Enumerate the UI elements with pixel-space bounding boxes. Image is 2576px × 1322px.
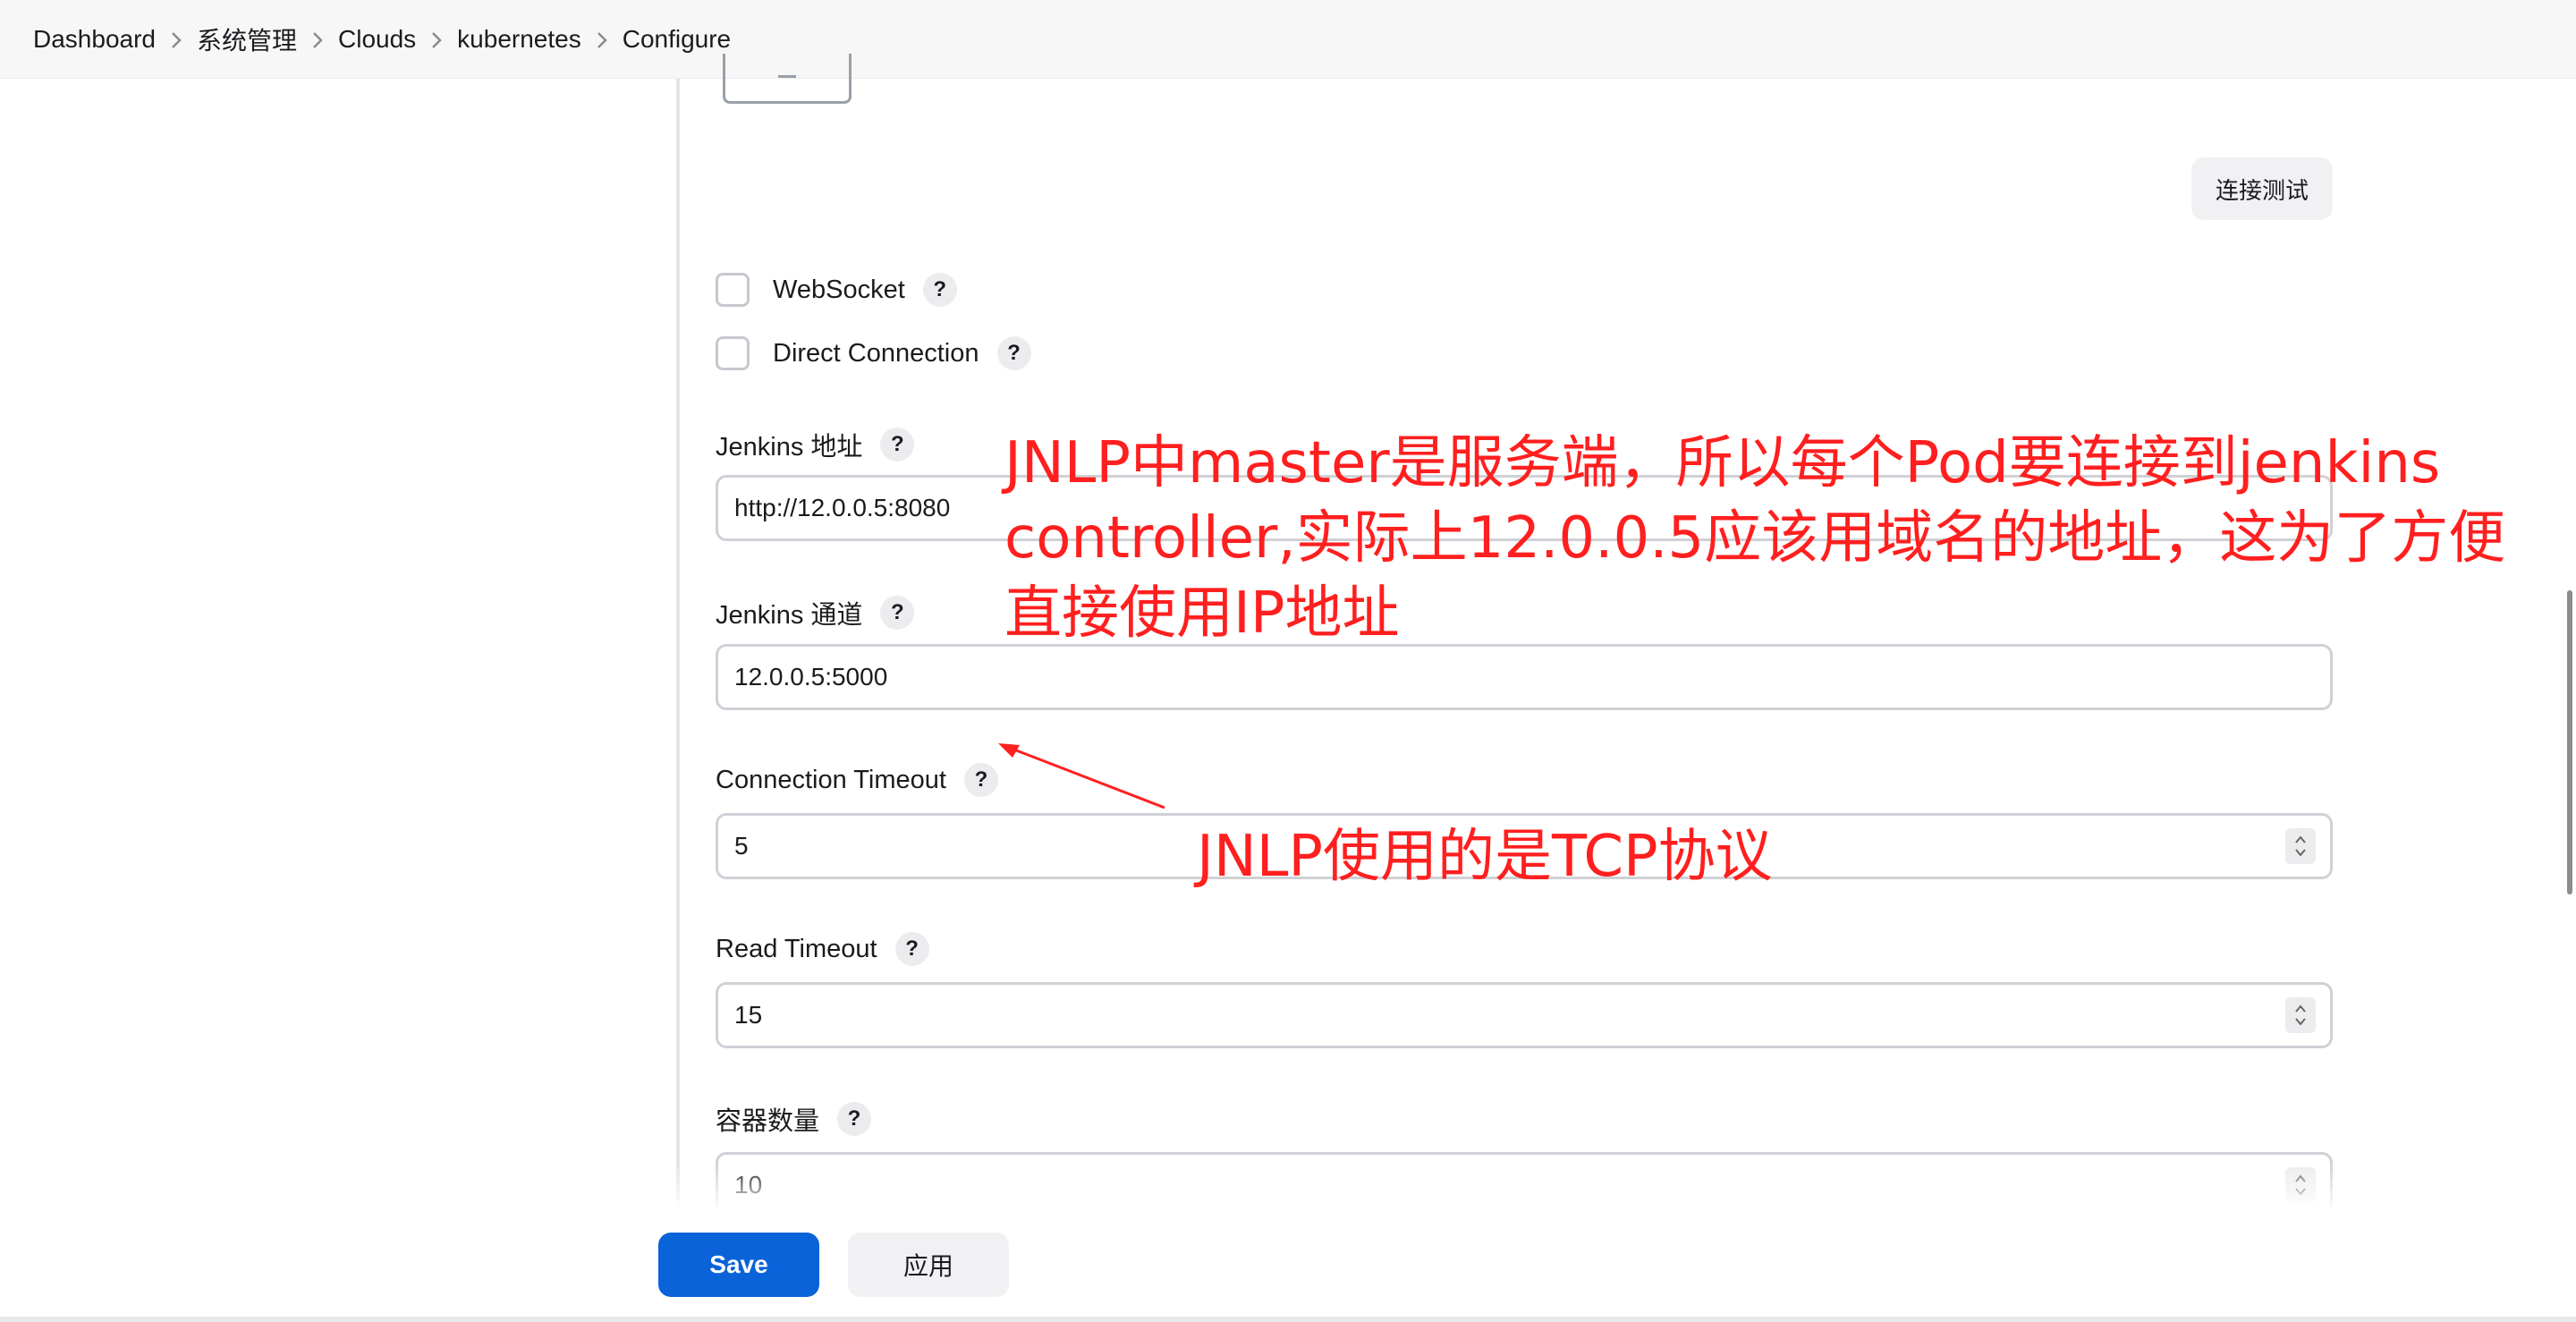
breadcrumb-configure[interactable]: Configure <box>623 25 731 54</box>
breadcrumb-kubernetes[interactable]: kubernetes <box>457 25 581 54</box>
chevron-right-icon <box>416 25 457 54</box>
chevron-right-icon <box>156 25 197 54</box>
annotation-jnlp-note: JNLP中master是服务端，所以每个Pod要连接到jenkins contr… <box>1004 430 2506 647</box>
jenkins-tunnel-label: Jenkins 通道 <box>716 601 863 630</box>
websocket-row: WebSocket ? <box>716 273 957 307</box>
annotation-arrow <box>998 743 1165 809</box>
container-cap-label: 容器数量 <box>716 1107 820 1136</box>
breadcrumb-manage[interactable]: 系统管理 <box>197 21 297 57</box>
partially-visible-button[interactable] <box>723 54 852 104</box>
bottom-divider <box>0 1317 2576 1322</box>
help-icon[interactable]: ? <box>922 273 957 307</box>
jenkins-url-value: http://12.0.0.5:8080 <box>734 494 951 521</box>
breadcrumb-clouds[interactable]: Clouds <box>338 25 416 54</box>
read-timeout-value: 15 <box>734 1001 763 1029</box>
stepper-arrows-icon <box>2295 1004 2306 1026</box>
apply-button[interactable]: 应用 <box>848 1233 1009 1297</box>
jenkins-tunnel-label-row: Jenkins 通道 ? <box>716 594 915 631</box>
help-icon[interactable]: ? <box>880 596 915 630</box>
chevron-right-icon <box>581 25 623 54</box>
scrollbar-thumb[interactable] <box>2567 590 2572 894</box>
read-timeout-input[interactable]: 15 <box>716 982 2333 1048</box>
chevron-right-icon <box>297 25 338 54</box>
websocket-label[interactable]: WebSocket <box>773 275 905 305</box>
help-icon[interactable]: ? <box>894 932 929 966</box>
stepper-arrows-icon <box>2295 835 2306 857</box>
connection-timeout-label: Connection Timeout <box>716 765 946 794</box>
read-timeout-label-row: Read Timeout ? <box>716 932 929 966</box>
container-cap-label-row: 容器数量 ? <box>716 1100 872 1138</box>
jenkins-url-label-row: Jenkins 地址 ? <box>716 426 915 463</box>
help-icon[interactable]: ? <box>880 428 915 462</box>
bottom-fade <box>608 1163 2397 1209</box>
number-stepper[interactable] <box>2285 828 2316 864</box>
jenkins-tunnel-input[interactable]: 12.0.0.5:5000 <box>716 644 2333 710</box>
bottom-action-bar <box>0 1209 2576 1322</box>
direct-connection-label[interactable]: Direct Connection <box>773 339 979 369</box>
jenkins-url-label: Jenkins 地址 <box>716 433 863 462</box>
section-indent-line <box>676 79 680 1215</box>
breadcrumb: Dashboard 系统管理 Clouds kubernetes Configu… <box>0 0 2576 79</box>
jenkins-tunnel-value: 12.0.0.5:5000 <box>734 663 888 691</box>
button-icon <box>778 66 796 78</box>
direct-connection-row: Direct Connection ? <box>716 336 1031 370</box>
help-icon[interactable]: ? <box>996 336 1031 370</box>
save-button[interactable]: Save <box>658 1233 819 1297</box>
read-timeout-label: Read Timeout <box>716 934 877 963</box>
annotation-tcp-note: JNLP使用的是TCP协议 <box>1197 824 1773 890</box>
test-connection-button[interactable]: 连接测试 <box>2191 157 2333 220</box>
number-stepper[interactable] <box>2285 997 2316 1033</box>
websocket-checkbox[interactable] <box>716 273 750 307</box>
help-icon[interactable]: ? <box>837 1102 872 1136</box>
breadcrumb-dashboard[interactable]: Dashboard <box>33 25 156 54</box>
direct-connection-checkbox[interactable] <box>716 336 750 370</box>
connection-timeout-value: 5 <box>734 832 749 860</box>
connection-timeout-label-row: Connection Timeout ? <box>716 763 998 797</box>
